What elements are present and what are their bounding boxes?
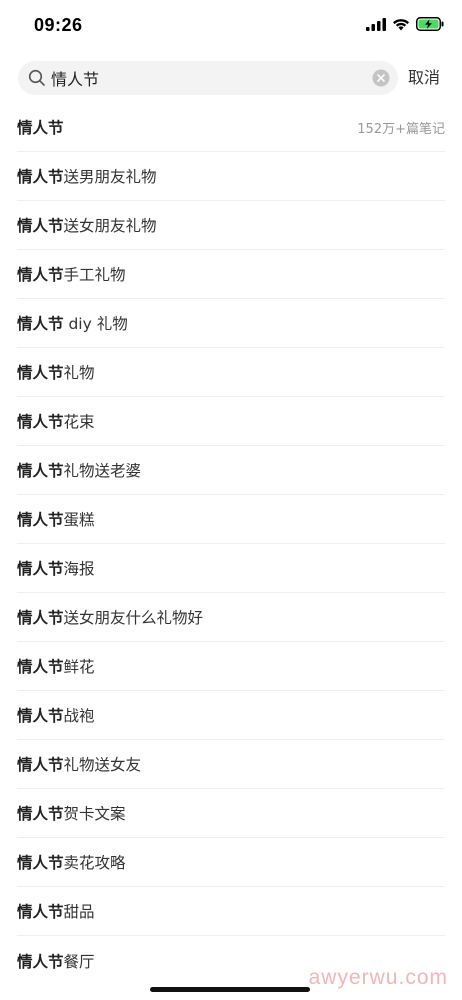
suggestion-suffix: 礼物送女友 <box>63 756 142 774</box>
suggestion-item[interactable]: 情人节礼物送老婆 <box>17 446 445 495</box>
watermark: awyerwu.com <box>308 966 448 989</box>
home-indicator[interactable] <box>150 987 310 992</box>
suggestion-suffix: 海报 <box>63 560 95 578</box>
suggestion-item[interactable]: 情人节礼物送女友 <box>17 740 445 789</box>
suggestion-suffix: 甜品 <box>63 903 95 921</box>
cellular-signal-icon <box>366 17 386 31</box>
suggestion-keyword: 情人节 <box>17 560 64 578</box>
note-count: 152万+篇笔记 <box>357 121 445 137</box>
suggestion-keyword: 情人节 <box>17 168 64 186</box>
suggestion-keyword: 情人节 <box>17 511 64 529</box>
suggestion-suffix: 餐厅 <box>63 952 95 971</box>
suggestion-item[interactable]: 情人节手工礼物 <box>17 250 445 299</box>
suggestion-keyword: 情人节 <box>17 952 64 971</box>
suggestion-item[interactable]: 情人节鲜花 <box>17 642 445 691</box>
suggestion-text: 情人节鲜花 <box>17 655 95 677</box>
suggestion-keyword: 情人节 <box>17 854 64 872</box>
suggestion-keyword: 情人节 <box>17 658 64 676</box>
suggestion-list: 情人节 152万+篇笔记 情人节送男朋友礼物 情人节送女朋友礼物 情人节手工礼物… <box>17 103 445 985</box>
suggestion-text: 情人节花束 <box>17 410 95 432</box>
suggestion-item[interactable]: 情人节礼物 <box>17 348 445 397</box>
suggestion-text: 情人节海报 <box>17 557 95 579</box>
suggestion-text: 情人节甜品 <box>17 900 95 922</box>
suggestion-suffix: 送男朋友礼物 <box>63 168 157 186</box>
suggestion-keyword: 情人节 <box>17 119 64 137</box>
suggestion-keyword: 情人节 <box>17 266 64 284</box>
suggestion-keyword: 情人节 <box>17 805 64 823</box>
search-icon <box>28 69 45 86</box>
suggestion-item[interactable]: 情人节 diy 礼物 <box>17 299 445 348</box>
suggestion-keyword: 情人节 <box>17 707 64 725</box>
suggestion-text: 情人节卖花攻略 <box>17 851 126 873</box>
suggestion-text: 情人节蛋糕 <box>17 508 95 530</box>
suggestion-keyword: 情人节 <box>17 903 64 921</box>
battery-charging-icon <box>416 17 444 31</box>
suggestion-item[interactable]: 情人节送男朋友礼物 <box>17 152 445 201</box>
search-input[interactable] <box>51 61 361 95</box>
suggestion-suffix: 送女朋友什么礼物好 <box>63 609 204 627</box>
search-box[interactable] <box>18 61 398 95</box>
suggestion-suffix: 蛋糕 <box>63 511 95 529</box>
suggestion-item[interactable]: 情人节花束 <box>17 397 445 446</box>
suggestion-item[interactable]: 情人节送女朋友什么礼物好 <box>17 593 445 642</box>
suggestion-keyword: 情人节 <box>17 364 64 382</box>
suggestion-suffix: 贺卡文案 <box>63 805 126 823</box>
suggestion-item[interactable]: 情人节卖花攻略 <box>17 838 445 887</box>
suggestion-text: 情人节礼物 <box>17 361 95 383</box>
suggestion-keyword: 情人节 <box>17 315 64 333</box>
suggestion-text: 情人节送男朋友礼物 <box>17 165 157 187</box>
suggestion-text: 情人节手工礼物 <box>17 263 126 285</box>
suggestion-text: 情人节 <box>17 116 64 138</box>
suggestion-suffix: 送女朋友礼物 <box>63 217 157 235</box>
suggestion-text: 情人节 diy 礼物 <box>17 312 128 334</box>
suggestion-suffix: 礼物送老婆 <box>63 462 142 480</box>
suggestion-text: 情人节送女朋友礼物 <box>17 214 157 236</box>
suggestion-item[interactable]: 情人节蛋糕 <box>17 495 445 544</box>
suggestion-suffix: 手工礼物 <box>63 266 126 284</box>
suggestion-keyword: 情人节 <box>17 413 64 431</box>
suggestion-text: 情人节贺卡文案 <box>17 802 126 824</box>
suggestion-keyword: 情人节 <box>17 756 64 774</box>
suggestion-text: 情人节礼物送老婆 <box>17 459 141 481</box>
status-bar: 09:26 <box>0 0 462 52</box>
suggestion-suffix: 战袍 <box>63 707 95 725</box>
suggestion-keyword: 情人节 <box>17 462 64 480</box>
suggestion-text: 情人节战袍 <box>17 704 95 726</box>
suggestion-text: 情人节礼物送女友 <box>17 753 141 775</box>
suggestion-suffix: 卖花攻略 <box>63 854 126 872</box>
suggestion-suffix: 花束 <box>63 413 95 431</box>
clear-search-icon[interactable] <box>372 69 390 87</box>
cancel-button[interactable]: 取消 <box>408 61 440 95</box>
suggestion-item[interactable]: 情人节送女朋友礼物 <box>17 201 445 250</box>
suggestion-text: 情人节餐厅 <box>17 950 95 972</box>
search-row: 取消 <box>18 61 448 95</box>
suggestion-text: 情人节送女朋友什么礼物好 <box>17 606 203 628</box>
wifi-icon <box>393 18 409 30</box>
suggestion-item[interactable]: 情人节甜品 <box>17 887 445 936</box>
suggestion-suffix: 礼物 <box>63 364 95 382</box>
suggestion-suffix: 鲜花 <box>63 658 95 676</box>
suggestion-suffix: diy 礼物 <box>63 315 128 333</box>
suggestion-keyword: 情人节 <box>17 217 64 235</box>
status-time: 09:26 <box>34 15 83 35</box>
suggestion-item[interactable]: 情人节 152万+篇笔记 <box>17 103 445 152</box>
suggestion-item[interactable]: 情人节战袍 <box>17 691 445 740</box>
suggestion-keyword: 情人节 <box>17 609 64 627</box>
suggestion-item[interactable]: 情人节贺卡文案 <box>17 789 445 838</box>
status-icons <box>366 17 444 31</box>
suggestion-item[interactable]: 情人节海报 <box>17 544 445 593</box>
